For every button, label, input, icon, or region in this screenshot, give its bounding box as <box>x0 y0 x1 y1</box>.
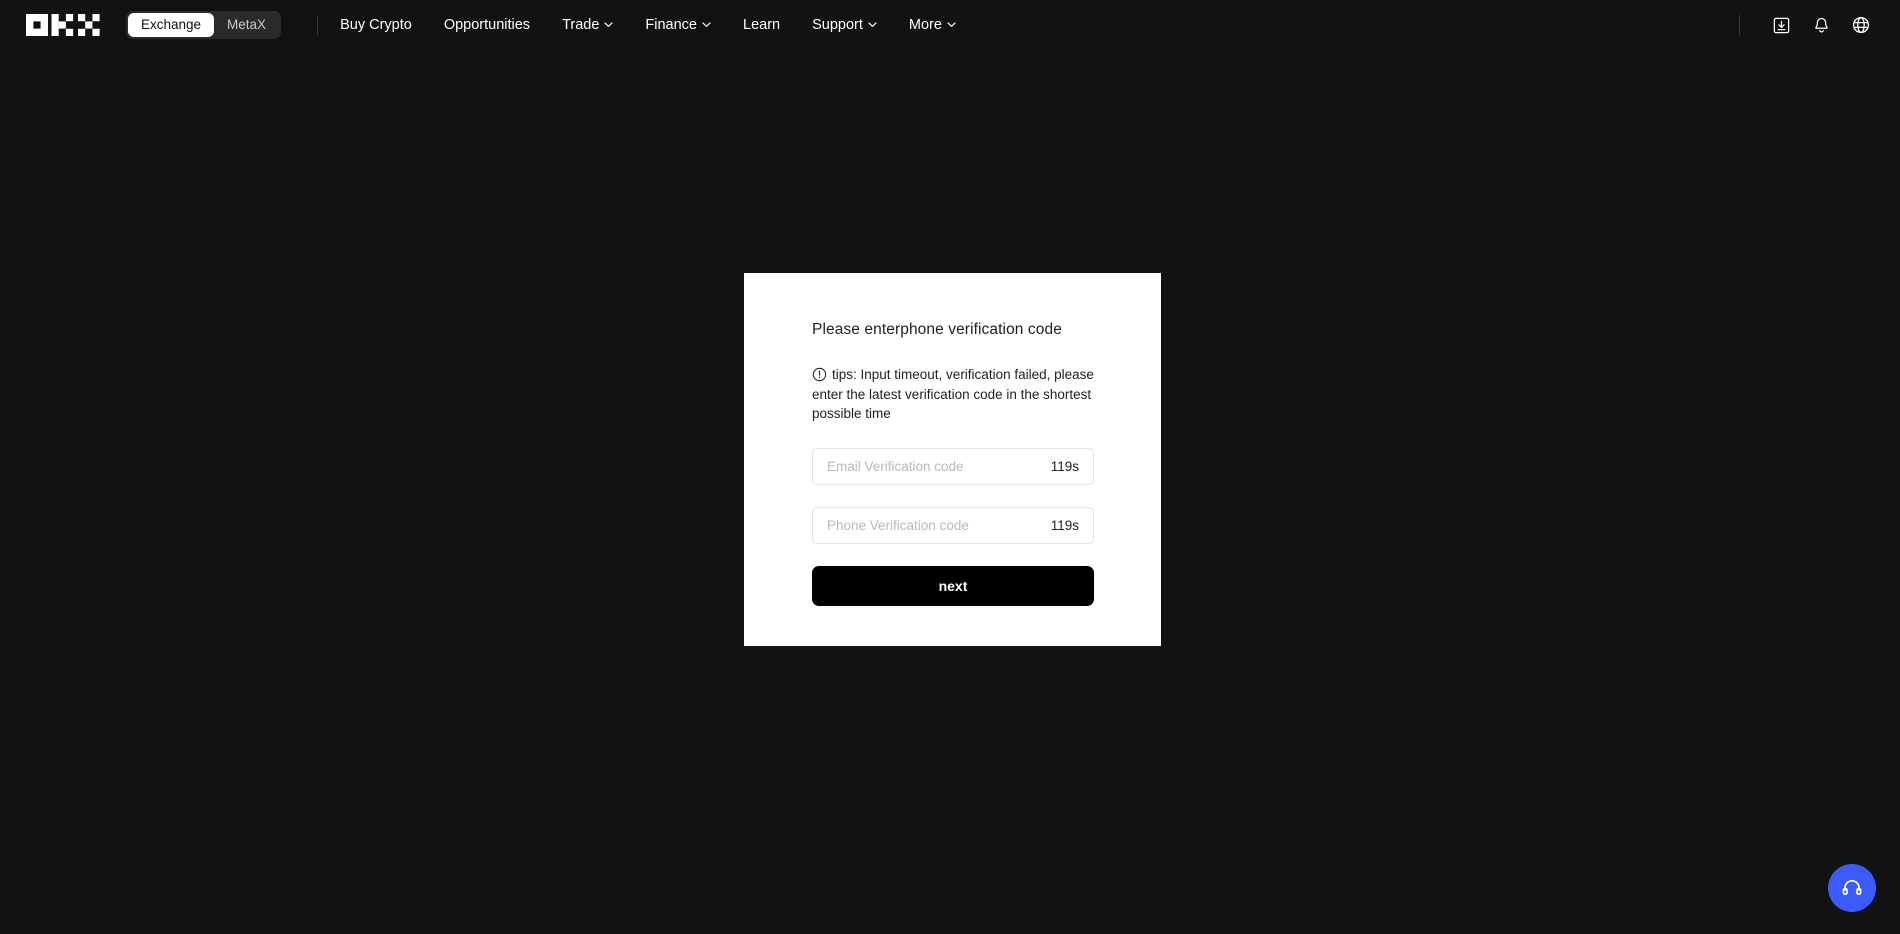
header-actions-divider <box>1739 15 1740 35</box>
notifications-button[interactable] <box>1804 8 1838 42</box>
nav-label: Learn <box>743 17 781 33</box>
nav-item-support[interactable]: Support <box>796 0 893 50</box>
email-code-countdown[interactable]: 119s <box>1051 459 1079 474</box>
chevron-down-icon <box>947 20 956 29</box>
phone-verification-code-input[interactable] <box>827 517 1041 533</box>
nav-item-opportunities[interactable]: Opportunities <box>428 0 546 50</box>
bell-icon <box>1812 16 1831 35</box>
nav-item-trade[interactable]: Trade <box>546 0 629 50</box>
nav-label: More <box>908 17 942 33</box>
chevron-down-icon <box>604 20 614 29</box>
verification-tip-text: tips: Input timeout, verification failed… <box>812 367 1094 421</box>
chevron-down-icon <box>702 20 711 29</box>
nav-item-buy-crypto[interactable]: Buy Crypto <box>340 0 428 50</box>
product-toggle[interactable]: Exchange MetaX <box>126 11 282 39</box>
download-app-button[interactable] <box>1764 8 1798 42</box>
nav-label: Finance <box>645 17 697 33</box>
header-divider <box>317 15 319 35</box>
nav-label: Trade <box>562 17 600 33</box>
exclamation-circle-icon <box>812 367 827 382</box>
nav-item-learn[interactable]: Learn <box>727 0 796 50</box>
headset-icon <box>1840 876 1864 900</box>
download-icon <box>1772 16 1791 35</box>
nav-item-more[interactable]: More <box>893 0 972 50</box>
page-body: Please enterphone verification code tips… <box>0 50 1900 934</box>
product-toggle-metax[interactable]: MetaX <box>214 13 279 37</box>
nav-label: Buy Crypto <box>340 17 412 33</box>
phone-code-countdown[interactable]: 119s <box>1051 518 1079 533</box>
globe-icon <box>1851 15 1871 35</box>
verification-card: Please enterphone verification code tips… <box>744 273 1161 646</box>
support-chat-button[interactable] <box>1828 864 1876 912</box>
phone-verification-code-field[interactable]: 119s <box>812 506 1094 544</box>
nav-label: Opportunities <box>443 17 531 33</box>
main-nav: Buy Crypto Opportunities Trade Finance L… <box>340 0 972 50</box>
nav-item-finance[interactable]: Finance <box>629 0 727 50</box>
email-verification-code-input[interactable] <box>827 458 1041 474</box>
next-button[interactable]: next <box>812 565 1094 606</box>
language-button[interactable] <box>1844 8 1878 42</box>
product-toggle-exchange[interactable]: Exchange <box>128 13 215 37</box>
top-navigation-bar: Exchange MetaX Buy Crypto Opportunities … <box>0 0 1900 50</box>
page-title: Please enterphone verification code <box>812 321 1062 338</box>
okx-logo[interactable] <box>26 14 104 36</box>
header-actions <box>1739 8 1878 42</box>
email-verification-code-field[interactable]: 119s <box>812 447 1094 485</box>
nav-label: Support <box>812 17 863 33</box>
chevron-down-icon <box>868 20 877 29</box>
verification-tip: tips: Input timeout, verification failed… <box>812 365 1096 424</box>
